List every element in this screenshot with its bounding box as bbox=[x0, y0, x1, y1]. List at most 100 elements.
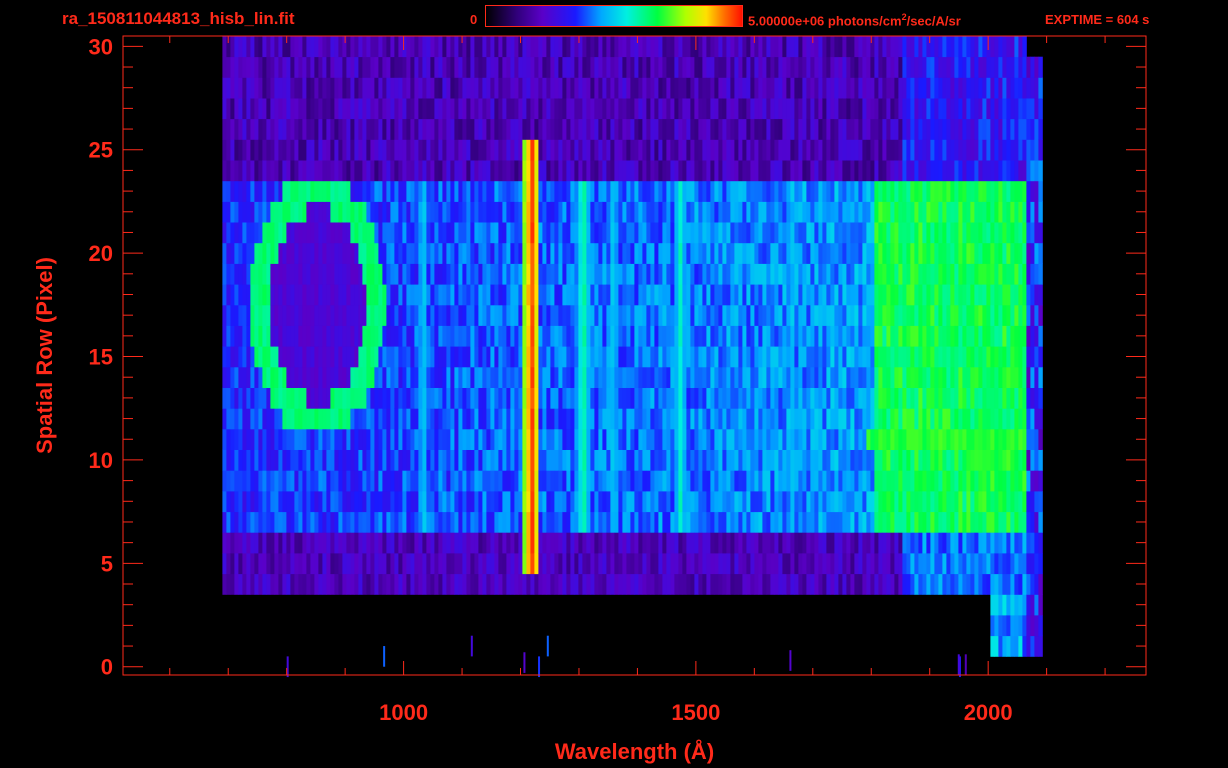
heat-cell bbox=[950, 242, 955, 264]
heat-cell bbox=[850, 325, 855, 347]
heat-cell bbox=[562, 201, 567, 223]
heat-cell bbox=[658, 553, 663, 575]
heat-cell bbox=[594, 222, 599, 244]
heat-cell bbox=[226, 284, 231, 306]
heat-cell bbox=[806, 491, 811, 513]
heat-cell bbox=[850, 180, 855, 202]
heat-cell bbox=[902, 366, 907, 388]
heat-cell bbox=[506, 139, 511, 161]
heat-cell bbox=[874, 98, 879, 120]
heat-cell bbox=[926, 325, 931, 347]
heat-cell bbox=[902, 284, 907, 306]
heat-cell bbox=[350, 428, 355, 450]
heat-cell bbox=[746, 366, 751, 388]
heat-cell bbox=[750, 201, 755, 223]
heat-cell bbox=[278, 56, 283, 78]
heat-cell bbox=[742, 387, 747, 409]
heat-cell bbox=[430, 56, 435, 78]
heat-cell bbox=[330, 36, 335, 58]
heat-cell bbox=[274, 201, 279, 223]
heat-cell bbox=[722, 366, 727, 388]
heat-cell bbox=[238, 532, 243, 554]
heat-cell bbox=[638, 346, 643, 368]
heat-cell bbox=[314, 139, 319, 161]
heat-cell bbox=[794, 428, 799, 450]
heat-cell bbox=[226, 553, 231, 575]
heat-cell bbox=[742, 77, 747, 99]
heat-cell bbox=[286, 304, 291, 326]
heat-cell bbox=[598, 532, 603, 554]
heat-cell bbox=[706, 139, 711, 161]
heat-cell bbox=[670, 118, 675, 140]
heat-cell bbox=[390, 573, 395, 595]
heat-cell bbox=[354, 56, 359, 78]
heat-cell bbox=[538, 553, 543, 575]
heat-cell bbox=[734, 408, 739, 430]
heat-cell bbox=[522, 511, 527, 533]
heat-cell bbox=[294, 36, 299, 58]
heat-cell bbox=[762, 553, 767, 575]
heat-cell bbox=[502, 139, 507, 161]
heat-cell bbox=[778, 139, 783, 161]
heat-cell bbox=[850, 470, 855, 492]
heat-cell bbox=[950, 77, 955, 99]
heat-cell bbox=[558, 428, 563, 450]
heat-cell bbox=[842, 118, 847, 140]
heat-cell bbox=[806, 56, 811, 78]
heat-cell bbox=[958, 284, 963, 306]
heat-cell bbox=[754, 56, 759, 78]
heat-cell bbox=[398, 222, 403, 244]
heat-cell bbox=[922, 449, 927, 471]
heat-cell bbox=[794, 160, 799, 182]
heat-cell bbox=[582, 160, 587, 182]
heat-cell bbox=[582, 284, 587, 306]
heat-cell bbox=[522, 325, 527, 347]
heat-cell bbox=[270, 201, 275, 223]
heat-cell bbox=[774, 77, 779, 99]
heat-cell bbox=[786, 491, 791, 513]
heat-cell bbox=[866, 325, 871, 347]
heat-cell bbox=[574, 56, 579, 78]
heat-cell bbox=[610, 263, 615, 285]
heat-cell bbox=[390, 470, 395, 492]
heat-cell bbox=[306, 160, 311, 182]
heat-cell bbox=[858, 98, 863, 120]
heat-cell bbox=[826, 201, 831, 223]
heat-cell bbox=[822, 470, 827, 492]
heat-cell bbox=[902, 160, 907, 182]
heat-cell bbox=[598, 304, 603, 326]
heat-cell bbox=[830, 77, 835, 99]
heat-cell bbox=[226, 242, 231, 264]
heat-cell bbox=[442, 470, 447, 492]
heat-cell bbox=[678, 408, 683, 430]
heat-cell bbox=[714, 325, 719, 347]
heat-cell bbox=[510, 160, 515, 182]
heat-cell bbox=[782, 428, 787, 450]
heat-cell bbox=[326, 304, 331, 326]
heat-cell bbox=[918, 366, 923, 388]
heat-cell bbox=[262, 304, 267, 326]
heat-cell bbox=[794, 346, 799, 368]
heat-cell bbox=[766, 36, 771, 58]
heat-cell bbox=[570, 36, 575, 58]
heat-cell bbox=[350, 77, 355, 99]
heat-cell bbox=[606, 304, 611, 326]
heat-cell bbox=[714, 470, 719, 492]
heat-cell bbox=[782, 346, 787, 368]
heat-cell bbox=[818, 511, 823, 533]
heat-cell bbox=[534, 325, 539, 347]
heat-cell bbox=[474, 573, 479, 595]
heat-cell bbox=[410, 387, 415, 409]
heat-cell bbox=[794, 366, 799, 388]
heat-cell bbox=[498, 325, 503, 347]
heat-cell bbox=[850, 160, 855, 182]
heat-cell bbox=[438, 118, 443, 140]
heat-cell bbox=[822, 387, 827, 409]
heat-cell bbox=[366, 242, 371, 264]
heat-cell bbox=[590, 201, 595, 223]
heat-cell bbox=[506, 470, 511, 492]
heat-cell bbox=[586, 428, 591, 450]
heat-cell bbox=[414, 118, 419, 140]
heat-cell bbox=[950, 553, 955, 575]
heat-cell bbox=[846, 284, 851, 306]
